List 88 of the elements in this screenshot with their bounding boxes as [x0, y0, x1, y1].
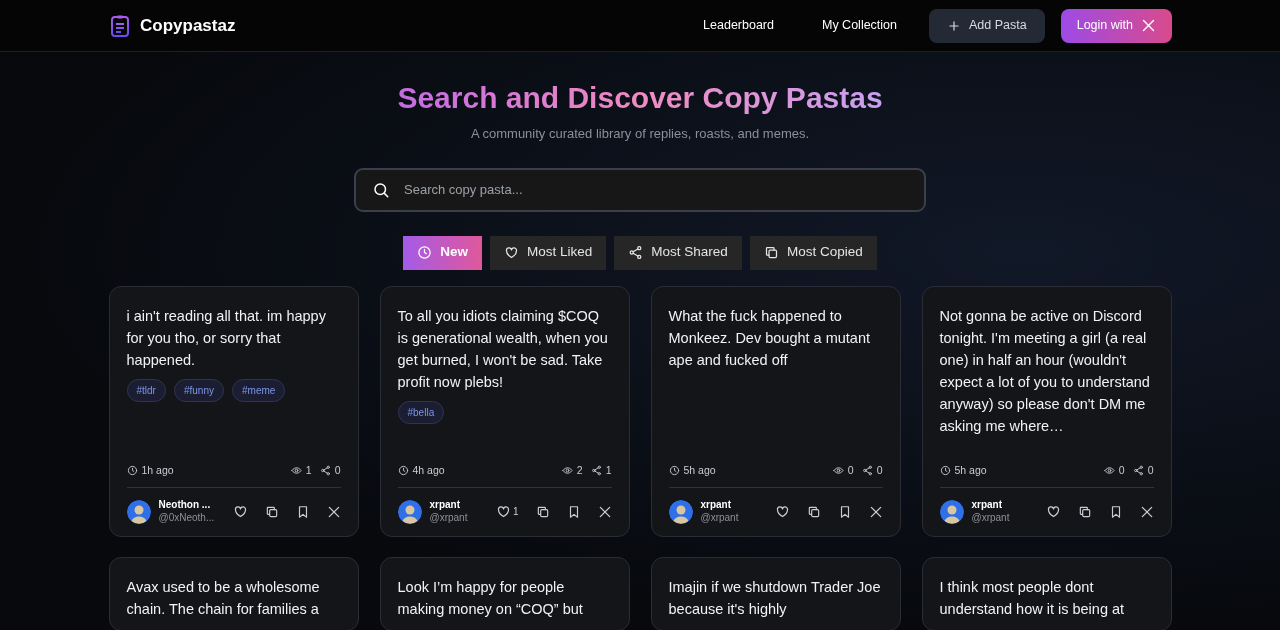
plus-icon: [947, 18, 961, 33]
copy-button[interactable]: [806, 504, 821, 519]
author-name[interactable]: xrpant: [700, 499, 763, 511]
clock-icon: [417, 245, 433, 260]
tag[interactable]: #tldr: [126, 378, 166, 402]
clock-icon: [397, 465, 409, 477]
pasta-text: Avax used to be a wholesome chain. The chain for families a: [126, 577, 321, 619]
pasta-text: Imajin if we shutdown Trader Joe because it's highly: [668, 577, 882, 619]
post-time: 5h ago: [954, 462, 987, 478]
share-on-x-button[interactable]: [1139, 504, 1154, 519]
pasta-text: What the fuck happened to Monkeez. Dev bought a mutant ape and fucked off: [668, 306, 871, 370]
tag[interactable]: #funny: [173, 378, 224, 402]
post-time: 4h ago: [412, 462, 445, 478]
author-name[interactable]: xrpant: [971, 499, 1034, 511]
copy-button[interactable]: [535, 504, 550, 519]
pasta-text: To all you idiots claiming $COQ is generational wealth, when you get burned, I won't be sad. Take profit now plebs!: [397, 306, 609, 392]
pasta-text: i ain't reading all that. im happy for you tho, or sorry that happened.: [126, 306, 327, 370]
view-count: 0: [847, 462, 854, 478]
pasta-card[interactable]: Look I’m happy for people making money on “COQ” but: [379, 556, 630, 630]
like-button[interactable]: [232, 504, 248, 519]
post-time: 1h ago: [141, 462, 174, 478]
x-icon: [1141, 18, 1156, 33]
view-count: 0: [1118, 462, 1125, 478]
copy-button[interactable]: [1077, 504, 1092, 519]
like-button[interactable]: [1045, 504, 1061, 519]
share-icon: [861, 465, 873, 477]
pasta-card[interactable]: What the fuck happened to Monkeez. Dev bought a mutant ape and fucked off 5h ago 0 0 xrpant @xrpant: [650, 285, 901, 537]
filter-tab[interactable]: New: [403, 235, 483, 270]
search-input[interactable]: Search copy pasta...: [402, 169, 908, 210]
eye-icon: [1103, 465, 1115, 477]
author-handle: @xrpant: [700, 511, 740, 524]
filter-tab[interactable]: Most Liked: [490, 235, 607, 270]
author-handle: @xrpant: [429, 511, 469, 524]
logo-icon: [108, 13, 132, 38]
author-handle: @0xNeoth...: [158, 511, 216, 524]
like-button[interactable]: [774, 504, 790, 519]
nav-link[interactable]: Leaderboard: [679, 16, 798, 35]
brand-name[interactable]: Copypastaz: [140, 12, 236, 39]
like-button[interactable]: 1: [495, 504, 519, 519]
clock-icon: [126, 465, 138, 477]
share-count: 0: [334, 462, 341, 478]
share-on-x-button[interactable]: [326, 504, 341, 519]
post-time: 5h ago: [683, 462, 716, 478]
filter-tab[interactable]: Most Shared: [614, 235, 742, 270]
clock-icon: [939, 465, 951, 477]
add-pasta-button[interactable]: Add Pasta: [929, 8, 1045, 43]
share-icon: [590, 465, 602, 477]
share-count: 0: [1147, 462, 1154, 478]
share-icon: [628, 245, 644, 260]
tag[interactable]: #meme: [232, 378, 286, 402]
author-handle: @xrpant: [971, 511, 1011, 524]
tag[interactable]: #bella: [397, 400, 445, 424]
pasta-text: Look I’m happy for people making money on “COQ” but: [397, 577, 584, 619]
pasta-card[interactable]: Imajin if we shutdown Trader Joe because it's highly: [650, 556, 901, 630]
view-count: 1: [305, 462, 312, 478]
copy-button[interactable]: [264, 504, 279, 519]
eye-icon: [290, 465, 302, 477]
filter-tab[interactable]: Most Copied: [749, 235, 877, 270]
share-count: 0: [876, 462, 883, 478]
pasta-card[interactable]: i ain't reading all that. im happy for you tho, or sorry that happened. #tldr #funny #meme 1h ago 1 0 Neothon ... @0xNeoth...: [108, 285, 359, 537]
pasta-text: Not gonna be active on Discord tonight. I'm meeting a girl (a real one) in half an hour (wouldn't expect a lot of you to understand anyway) so please don't DM me asking me where…: [939, 306, 1151, 436]
avatar: [939, 499, 964, 524]
author-name[interactable]: xrpant: [429, 499, 492, 511]
pasta-text: I think most people dont understand how it is being at: [939, 577, 1126, 619]
view-count: 2: [576, 462, 583, 478]
share-count: 1: [605, 462, 612, 478]
avatar: [397, 499, 422, 524]
author-name[interactable]: Neothon ...: [158, 499, 221, 511]
page-subtitle: A community curated library of replies, roasts, and memes.: [470, 125, 810, 143]
login-button[interactable]: Login with: [1060, 8, 1172, 43]
search-icon: [372, 180, 390, 199]
share-on-x-button[interactable]: [597, 504, 612, 519]
share-on-x-button[interactable]: [868, 504, 883, 519]
share-icon: [319, 465, 331, 477]
avatar: [126, 499, 151, 524]
eye-icon: [832, 465, 844, 477]
avatar: [668, 499, 693, 524]
heart-icon: [504, 245, 520, 260]
share-icon: [1132, 465, 1144, 477]
search-bar[interactable]: Search copy pasta...: [354, 167, 926, 212]
copy-icon: [763, 245, 779, 260]
clock-icon: [668, 465, 680, 477]
pasta-card[interactable]: To all you idiots claiming $COQ is generational wealth, when you get burned, I won't be sad. Take profit now plebs! #bella 4h ago 2 1 xrpant @xrpant 1: [379, 285, 630, 537]
pasta-card[interactable]: Avax used to be a wholesome chain. The chain for families a: [108, 556, 359, 630]
nav-link[interactable]: My Collection: [798, 16, 921, 35]
pasta-card[interactable]: [921, 285, 1172, 537]
pasta-card[interactable]: I think most people dont understand how it is being at: [921, 556, 1172, 630]
eye-icon: [561, 465, 573, 477]
